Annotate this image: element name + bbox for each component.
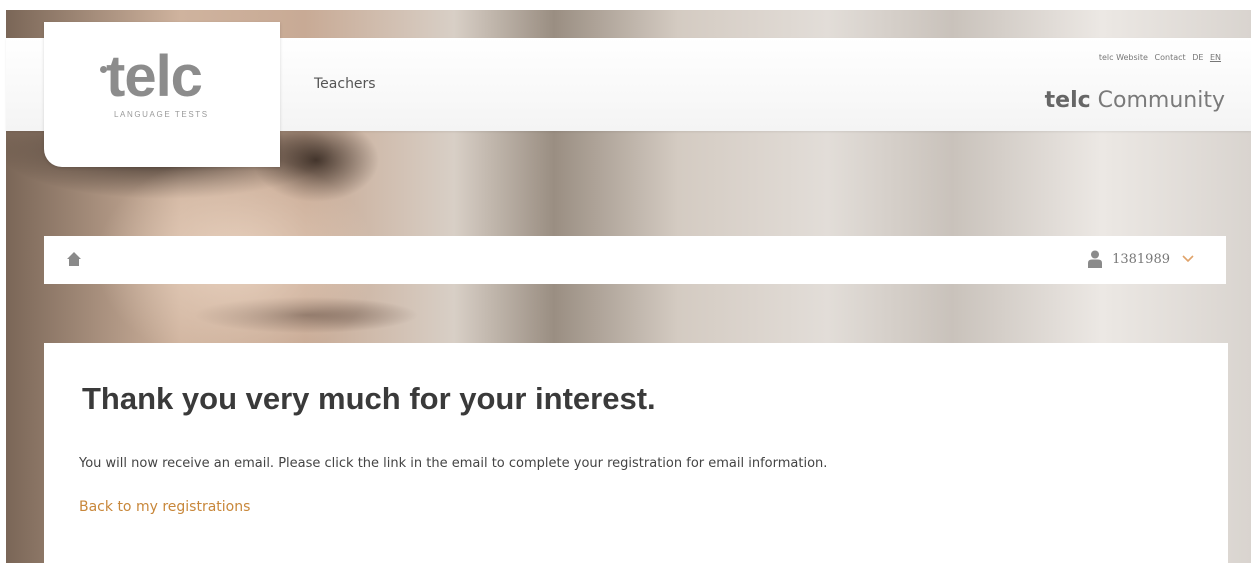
language-en[interactable]: EN <box>1210 53 1221 62</box>
content-panel: Thank you very much for your interest. Y… <box>44 343 1228 563</box>
logo-subtitle: LANGUAGE TESTS <box>114 110 209 119</box>
user-icon <box>1088 250 1103 268</box>
community-label: Community <box>1097 88 1225 113</box>
link-contact[interactable]: Contact <box>1155 53 1186 62</box>
language-de[interactable]: DE <box>1192 53 1203 62</box>
link-telc-website[interactable]: telc Website <box>1099 53 1148 62</box>
page-title: Thank you very much for your interest. <box>82 381 656 416</box>
confirmation-message: You will now receive an email. Please cl… <box>79 456 828 471</box>
top-links: telc Website Contact DE EN <box>1095 53 1221 62</box>
community-brand: telc <box>1044 88 1091 113</box>
telc-logo[interactable]: telc LANGUAGE TESTS <box>44 22 280 167</box>
breadcrumb-bar: 1381989 <box>44 236 1226 284</box>
nav-item-teachers[interactable]: Teachers <box>314 76 376 92</box>
back-to-registrations-link[interactable]: Back to my registrations <box>79 499 250 515</box>
logo-text: telc <box>106 44 203 109</box>
chevron-down-icon[interactable] <box>1182 255 1194 263</box>
user-menu[interactable]: 1381989 <box>1088 249 1194 269</box>
community-title[interactable]: telc Community <box>1045 88 1225 113</box>
home-icon[interactable] <box>66 251 82 267</box>
user-id: 1381989 <box>1112 251 1170 267</box>
